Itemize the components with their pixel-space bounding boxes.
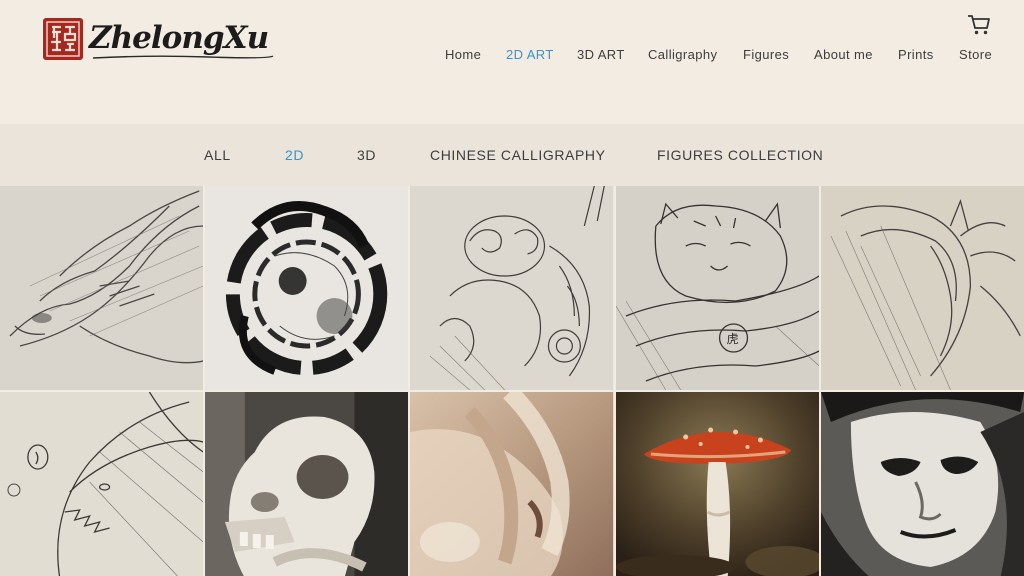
- hand-painting-thumbnail: [410, 392, 614, 576]
- nav-about-me[interactable]: About me: [814, 47, 873, 62]
- gallery-item-face-painting[interactable]: [820, 392, 1024, 576]
- nav-store[interactable]: Store: [959, 47, 992, 62]
- nav-calligraphy[interactable]: Calligraphy: [648, 47, 717, 62]
- filter-3d[interactable]: 3D: [357, 147, 376, 163]
- filter-figures-collection[interactable]: FIGURES COLLECTION: [657, 147, 823, 163]
- nav-home[interactable]: Home: [445, 47, 481, 62]
- dragon-side-thumbnail: [820, 186, 1024, 390]
- gallery-item-dragon-sketch[interactable]: [0, 186, 204, 390]
- gallery-item-skull-painting[interactable]: [205, 392, 409, 576]
- tiger-sketch-thumbnail: 虎: [615, 186, 819, 390]
- gallery-item-dragon-side-sketch[interactable]: [820, 186, 1024, 390]
- face-painting-thumbnail: [820, 392, 1024, 576]
- gallery-item-creature-sketch[interactable]: [0, 392, 204, 576]
- ink-dragon-thumbnail: [205, 186, 409, 390]
- nav-prints[interactable]: Prints: [898, 47, 934, 62]
- nav-figures[interactable]: Figures: [743, 47, 789, 62]
- gallery-item-tiger-sketch[interactable]: 虎: [615, 186, 819, 390]
- main-nav: Home 2D ART 3D ART Calligraphy Figures A…: [0, 47, 1024, 63]
- svg-text:虎: 虎: [726, 332, 738, 346]
- category-filter-bar: ALL 2D 3D CHINESE CALLIGRAPHY FIGURES CO…: [0, 124, 1024, 186]
- artwork-gallery: 虎: [0, 186, 1024, 576]
- gallery-item-ornate-sketch[interactable]: [410, 186, 614, 390]
- nav-2d-art[interactable]: 2D ART: [506, 47, 554, 62]
- shopping-cart-icon[interactable]: [967, 14, 991, 36]
- gallery-item-hand-painting[interactable]: [410, 392, 614, 576]
- nav-3d-art[interactable]: 3D ART: [577, 47, 625, 62]
- filter-chinese-calligraphy[interactable]: CHINESE CALLIGRAPHY: [430, 147, 606, 163]
- gallery-item-mushroom-painting[interactable]: [615, 392, 819, 576]
- skull-painting-thumbnail: [205, 392, 409, 576]
- dragon-sketch-thumbnail: [0, 186, 204, 390]
- ornate-sketch-thumbnail: [410, 186, 614, 390]
- gallery-item-ink-dragon[interactable]: [205, 186, 409, 390]
- creature-sketch-thumbnail: [0, 392, 204, 576]
- site-header: ZhelongXu Home 2D ART 3D ART Calligraphy…: [0, 0, 1024, 124]
- filter-2d[interactable]: 2D: [285, 147, 304, 163]
- mushroom-painting-thumbnail: [615, 392, 819, 576]
- filter-all[interactable]: ALL: [204, 147, 231, 163]
